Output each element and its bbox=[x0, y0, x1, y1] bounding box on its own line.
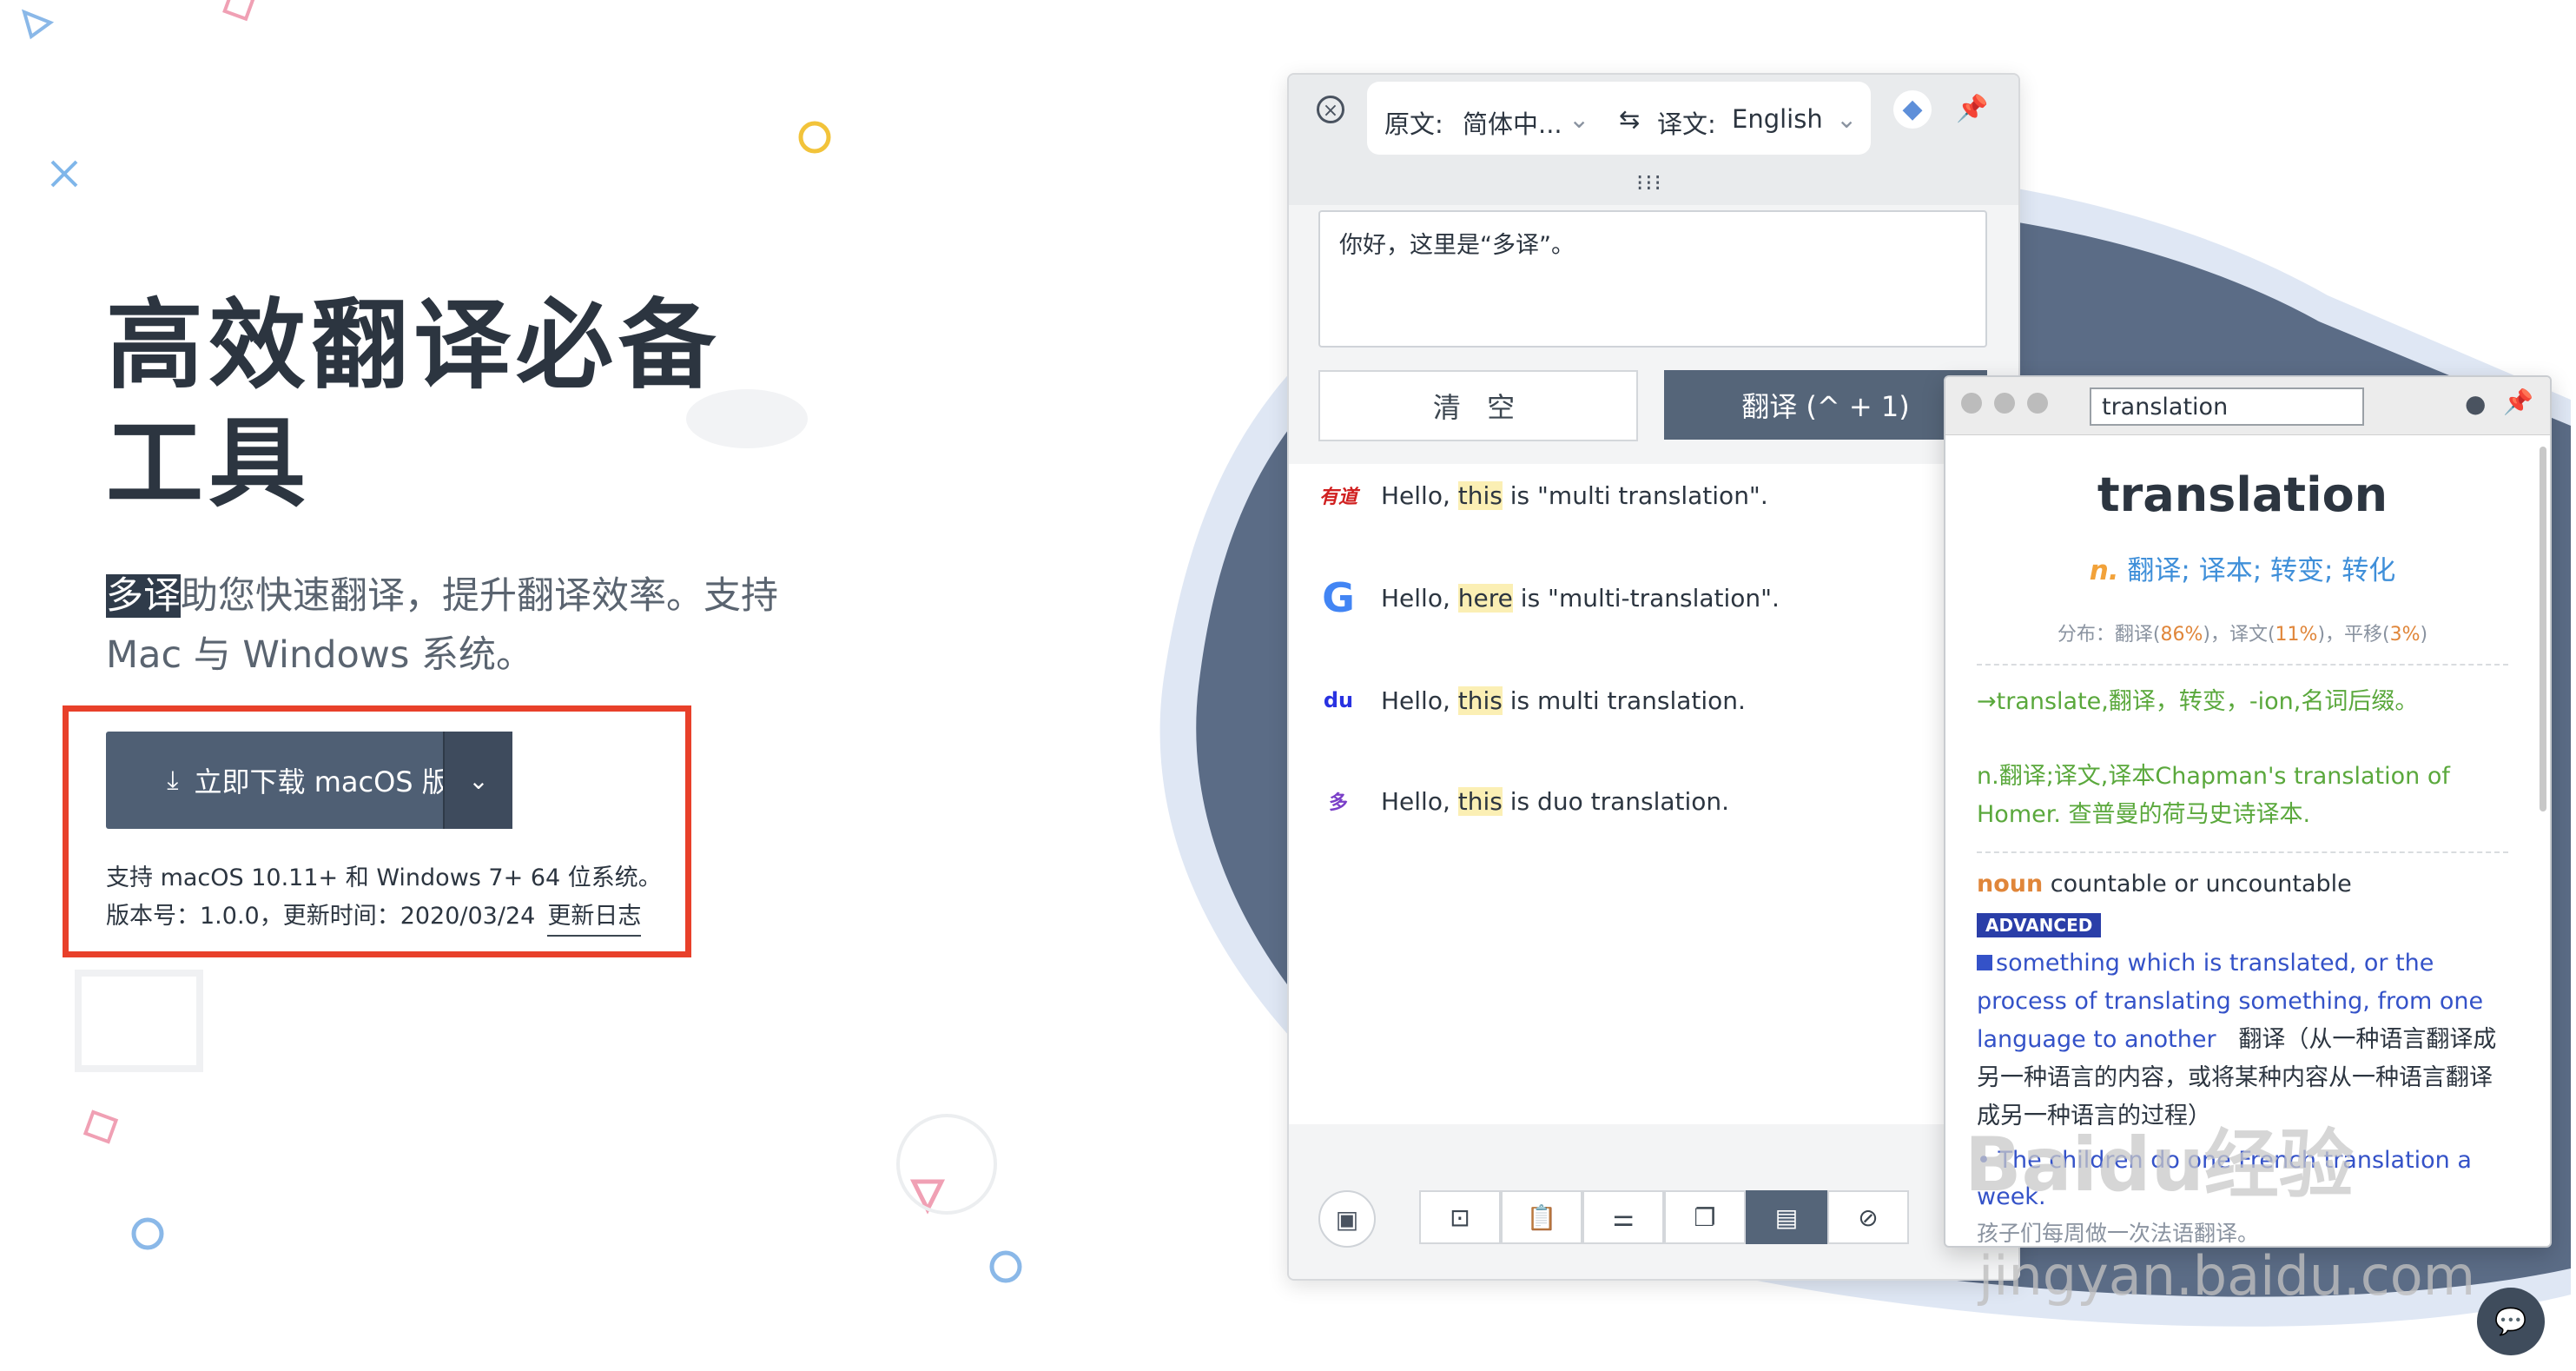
background-decorations bbox=[21, 0, 1022, 1283]
duoyi-logo-icon: 多 bbox=[1328, 792, 1348, 814]
result-text: Hello, here is "multi-translation". bbox=[1381, 583, 1780, 613]
baidu-watermark-url: jingyan.baidu.com bbox=[1978, 1244, 2476, 1308]
result-duoyi[interactable]: 多 Hello, this is duo translation. bbox=[1315, 775, 1729, 827]
example-sentence: n.翻译;译文,译本Chapman's translation of Homer… bbox=[1977, 763, 2450, 828]
download-icon: ⤓ bbox=[167, 765, 179, 796]
translation-results: 有道 Hello, this is "multi translation". G… bbox=[1289, 464, 2018, 1124]
pin-icon[interactable]: 📌 bbox=[2503, 387, 2533, 416]
target-language-select[interactable]: English bbox=[1732, 104, 1823, 134]
linebreak-icon[interactable]: ⚌ bbox=[1582, 1190, 1664, 1244]
window-close-dot[interactable] bbox=[1961, 393, 1982, 414]
version-text: 版本号：1.0.0，更新时间：2020/03/24 bbox=[106, 903, 536, 930]
translator-toolbar: × 原文: 简体中... ⌄ ⇆ 译文: English ⌄ ◆ 📌 ⁝⁝⁝ bbox=[1289, 75, 2018, 205]
level-badge: ADVANCED bbox=[1977, 913, 2102, 937]
translator-bottom-toolbar: ▣ ⊡ 📋 ⚌ ❐ ▤ ⊘ bbox=[1289, 1161, 2018, 1279]
dictionary-search-input[interactable]: translation bbox=[2090, 387, 2364, 426]
hero-subtitle: 多译助您快速翻译，提升翻译效率。支持 Mac 与 Windows 系统。 bbox=[106, 566, 818, 685]
screenshot-translate-icon[interactable]: ▣ bbox=[1318, 1190, 1376, 1248]
headword: translation bbox=[2097, 467, 2388, 522]
translator-window: × 原文: 简体中... ⌄ ⇆ 译文: English ⌄ ◆ 📌 ⁝⁝⁝ 你… bbox=[1287, 73, 2020, 1281]
brand-name: 多译 bbox=[106, 574, 181, 618]
source-label: 原文: bbox=[1384, 109, 1443, 139]
result-text: Hello, this is multi translation. bbox=[1381, 686, 1746, 715]
system-requirements: 支持 macOS 10.11+ 和 Windows 7+ 64 位系统。 bbox=[106, 864, 662, 891]
clear-button[interactable]: 清 空 bbox=[1318, 370, 1638, 441]
hero-title: 高效翻译必备工具 bbox=[106, 289, 721, 520]
target-label: 译文: bbox=[1657, 109, 1716, 139]
hide-icon[interactable]: ⊘ bbox=[1827, 1190, 1909, 1244]
chevron-down-icon: ⌄ bbox=[1836, 104, 1858, 134]
baidu-logo-icon: du bbox=[1323, 688, 1354, 712]
window-zoom-dot[interactable] bbox=[2027, 393, 2048, 414]
google-logo-icon: G bbox=[1322, 574, 1355, 621]
scrollbar[interactable] bbox=[2540, 447, 2546, 811]
chinese-meanings: n. 翻译; 译本; 转变; 转化 bbox=[2089, 555, 2396, 586]
example-chinese: 孩子们每周做一次法语翻译。 bbox=[1977, 1221, 2260, 1246]
youdao-logo-icon: 有道 bbox=[1318, 487, 1357, 508]
chevron-down-icon: ⌄ bbox=[468, 765, 489, 795]
screenshot-mode-icon[interactable]: ⊡ bbox=[1419, 1190, 1501, 1244]
chat-icon: 💬 bbox=[2494, 1306, 2527, 1337]
source-language-select[interactable]: 简体中... bbox=[1463, 104, 1562, 141]
divider bbox=[1977, 664, 2508, 666]
download-label: 立即下载 macOS 版 bbox=[194, 765, 450, 798]
chevron-down-icon: ⌄ bbox=[1569, 104, 1590, 134]
download-options-dropdown[interactable]: ⌄ bbox=[443, 732, 512, 829]
hero-subtitle-text: 助您快速翻译，提升翻译效率。支持 Mac 与 Windows 系统。 bbox=[106, 574, 778, 677]
drag-handle-icon[interactable]: ⁝⁝⁝ bbox=[1636, 170, 1663, 196]
etymology: →translate,翻译，转变，-ion,名词后缀。 bbox=[1977, 688, 2419, 715]
copy-icon[interactable]: ❐ bbox=[1664, 1190, 1746, 1244]
version-info: 版本号：1.0.0，更新时间：2020/03/24 更新日志 bbox=[106, 897, 642, 937]
usage-distribution: 分布：翻译(86%)，译文(11%)，平移(3%) bbox=[2057, 624, 2428, 646]
divider bbox=[1977, 851, 2508, 853]
result-google[interactable]: G Hello, here is "multi-translation". bbox=[1315, 572, 1780, 624]
app-logo-icon[interactable]: ◆ bbox=[1893, 90, 1932, 129]
result-text: Hello, this is duo translation. bbox=[1381, 786, 1730, 816]
mouse-icon[interactable]: ● bbox=[2465, 389, 2486, 418]
chat-support-button[interactable]: 💬 bbox=[2477, 1288, 2545, 1355]
window-minimize-dot[interactable] bbox=[1994, 393, 2015, 414]
swap-icon[interactable]: ⇆ bbox=[1619, 104, 1640, 134]
grammar-info: noun countable or uncountable bbox=[1977, 871, 2352, 897]
result-baidu[interactable]: du Hello, this is multi translation. bbox=[1315, 674, 1746, 726]
source-text-input[interactable]: 你好，这里是“多译”。 bbox=[1318, 210, 1987, 348]
close-icon[interactable]: × bbox=[1317, 96, 1344, 123]
dictionary-titlebar: translation ● 📌 bbox=[1945, 377, 2550, 435]
auto-copy-icon[interactable]: ▤ bbox=[1746, 1190, 1827, 1244]
result-text: Hello, this is "multi translation". bbox=[1381, 480, 1768, 510]
changelog-link[interactable]: 更新日志 bbox=[547, 903, 642, 937]
baidu-watermark: Baidu经验 bbox=[1965, 1122, 2354, 1209]
language-selector: 原文: 简体中... ⌄ ⇆ 译文: English ⌄ bbox=[1367, 82, 1871, 155]
result-youdao[interactable]: 有道 Hello, this is "multi translation". bbox=[1315, 469, 1768, 521]
translate-button[interactable]: 翻译 (^ + 1) bbox=[1664, 370, 1987, 440]
clipboard-icon[interactable]: 📋 bbox=[1501, 1190, 1582, 1244]
pin-icon[interactable]: 📌 bbox=[1956, 94, 1988, 124]
